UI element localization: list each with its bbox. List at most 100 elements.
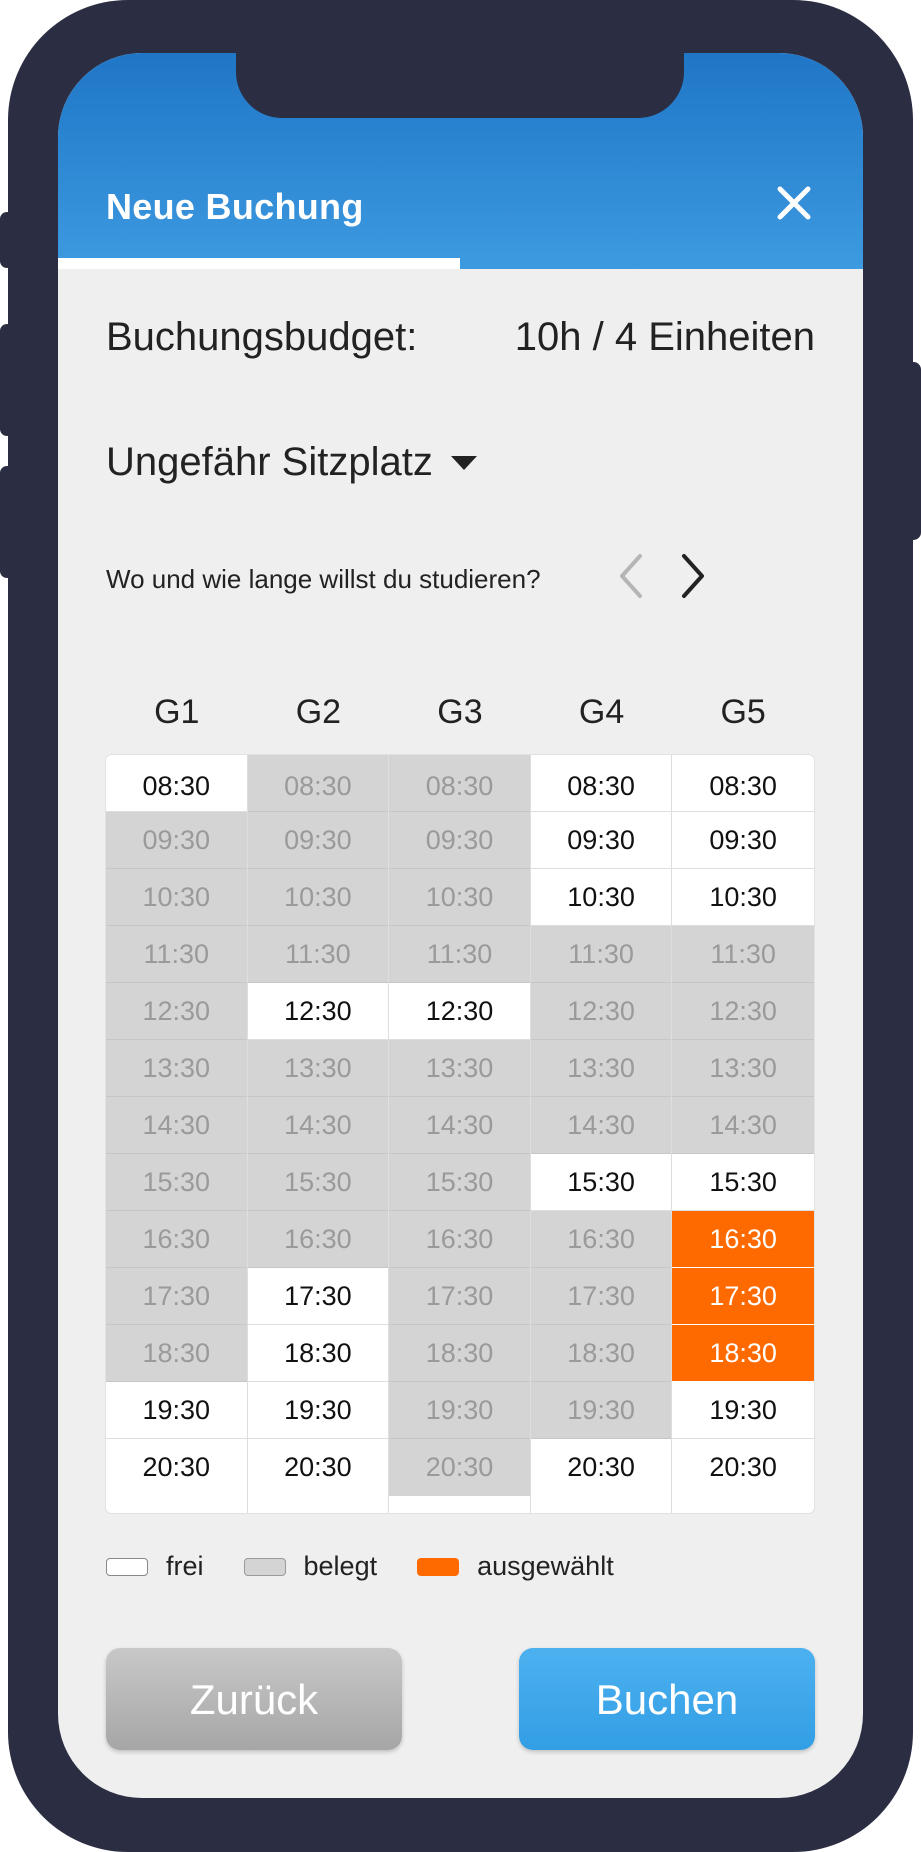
time-slot: 12:30	[106, 983, 247, 1040]
time-slot[interactable]: 20:30	[106, 1439, 247, 1496]
caret-down-icon	[450, 455, 477, 470]
time-slot[interactable]: 16:30	[672, 1211, 814, 1268]
time-slot[interactable]: 10:30	[530, 869, 672, 926]
page-title: Neue Buchung	[106, 186, 364, 227]
previous-day-button[interactable]	[610, 550, 654, 602]
time-slot: 14:30	[247, 1097, 389, 1154]
time-slot[interactable]: 12:30	[389, 983, 530, 1040]
legend-label-selected: ausgewählt	[477, 1551, 614, 1581]
time-slot: 09:30	[247, 812, 389, 869]
time-slot[interactable]: 19:30	[247, 1382, 389, 1439]
close-icon	[777, 186, 811, 220]
back-button[interactable]: Zurück	[106, 1648, 402, 1750]
time-slot[interactable]: 15:30	[530, 1154, 672, 1211]
phone-power-button	[906, 362, 921, 540]
time-slot: 08:30	[247, 755, 389, 812]
book-button[interactable]: Buchen	[519, 1648, 815, 1750]
legend-label-busy: belegt	[303, 1551, 378, 1581]
seat-dropdown-label: Ungefähr Sitzplatz	[106, 440, 433, 484]
room-column-g5: 08:30 09:30 10:30 11:30 12:30 13:30 14:30 15:30…	[672, 755, 814, 1513]
time-slot[interactable]: 08:30	[106, 755, 247, 812]
time-slot: 16:30	[530, 1211, 672, 1268]
phone-volume-up	[0, 324, 14, 436]
time-slot[interactable]: 20:30	[247, 1439, 389, 1496]
legend-item-busy: belegt	[243, 1551, 378, 1582]
time-slot[interactable]: 09:30	[530, 812, 672, 869]
time-slot[interactable]: 20:30	[672, 1439, 814, 1496]
time-slot[interactable]: 08:30	[530, 755, 672, 812]
legend: frei belegt ausgewählt	[106, 1551, 654, 1582]
schedule-question: Wo und wie lange willst du studieren?	[106, 564, 541, 594]
time-slot: 13:30	[247, 1040, 389, 1097]
time-slot: 15:30	[106, 1154, 247, 1211]
time-slot: 16:30	[106, 1211, 247, 1268]
next-day-button[interactable]	[670, 550, 714, 602]
time-slot: 09:30	[389, 812, 530, 869]
time-slot: 17:30	[106, 1268, 247, 1325]
room-header-g3: G3	[437, 693, 483, 731]
close-button[interactable]	[774, 183, 814, 223]
room-column-g2: 08:30 09:30 10:30 11:30 12:30 13:30 14:30 15:30…	[247, 755, 390, 1513]
time-slot: 11:30	[247, 926, 389, 983]
time-slot: 11:30	[389, 926, 530, 983]
legend-item-selected: ausgewählt	[417, 1551, 614, 1582]
room-header-g5: G5	[720, 693, 766, 731]
time-slot: 19:30	[530, 1382, 672, 1439]
time-slot[interactable]: 19:30	[672, 1382, 814, 1439]
time-slot[interactable]: 10:30	[672, 869, 814, 926]
time-slot: 16:30	[389, 1211, 530, 1268]
room-column-g4: 08:30 09:30 10:30 11:30 12:30 13:30 14:30 15:30…	[530, 755, 673, 1513]
time-slot[interactable]: 17:30	[672, 1268, 814, 1325]
app-header: Neue Buchung	[58, 53, 863, 269]
time-slot: 10:30	[389, 869, 530, 926]
time-slot[interactable]: 20:30	[530, 1439, 672, 1496]
room-header-g4: G4	[578, 693, 625, 731]
time-slot[interactable]: 09:30	[672, 812, 814, 869]
time-slot: 13:30	[106, 1040, 247, 1097]
time-slot: 13:30	[530, 1040, 672, 1097]
legend-swatch-selected	[417, 1557, 460, 1576]
step-progress-bar	[58, 258, 460, 269]
seat-dropdown[interactable]: Ungefähr Sitzplatz	[106, 440, 477, 485]
legend-swatch-free	[106, 1557, 148, 1576]
time-slot[interactable]: 17:30	[247, 1268, 389, 1325]
time-slot[interactable]: 15:30	[672, 1154, 814, 1211]
time-slot: 15:30	[389, 1154, 530, 1211]
room-column-g1: 08:30 09:30 10:30 11:30 12:30 13:30 14:30 15:30…	[106, 755, 248, 1513]
time-slot: 15:30	[247, 1154, 389, 1211]
time-slot: 11:30	[672, 926, 814, 983]
chevron-left-icon	[620, 554, 642, 598]
time-slot: 14:30	[672, 1097, 814, 1154]
phone-side-button	[0, 212, 14, 268]
time-slot: 09:30	[106, 812, 247, 869]
budget-label: Buchungsbudget:	[106, 315, 418, 359]
time-slot: 13:30	[672, 1040, 814, 1097]
time-slot: 13:30	[389, 1040, 530, 1097]
time-slot: 19:30	[389, 1382, 530, 1439]
time-slot: 18:30	[106, 1325, 247, 1382]
time-slot: 12:30	[530, 983, 672, 1040]
time-slot: 11:30	[106, 926, 247, 983]
legend-label-free: frei	[166, 1551, 204, 1581]
time-slot: 14:30	[106, 1097, 247, 1154]
time-slot[interactable]: 18:30	[672, 1325, 814, 1382]
time-slot-grid: 08:30 09:30 10:30 11:30 12:30 13:30 14:30 15:30…	[106, 755, 814, 1513]
time-slot: 16:30	[247, 1211, 389, 1268]
room-header-g2: G2	[295, 693, 342, 731]
room-column-headers: G1 G2 G3 G4 G5	[106, 693, 814, 732]
phone-volume-down	[0, 466, 14, 578]
time-slot[interactable]: 08:30	[672, 755, 814, 812]
time-slot: 10:30	[106, 869, 247, 926]
time-slot[interactable]: 19:30	[106, 1382, 247, 1439]
time-slot: 17:30	[389, 1268, 530, 1325]
room-column-g3: 08:30 09:30 10:30 11:30 12:30 13:30 14:30 15:30…	[389, 755, 531, 1513]
chevron-right-icon	[682, 554, 704, 598]
time-slot: 20:30	[389, 1439, 530, 1496]
time-slot: 08:30	[389, 755, 530, 812]
room-header-g1: G1	[154, 693, 200, 731]
time-slot[interactable]: 12:30	[247, 983, 389, 1040]
time-slot[interactable]: 18:30	[247, 1325, 389, 1382]
legend-item-free: frei	[106, 1551, 204, 1582]
time-slot: 11:30	[530, 926, 672, 983]
app-screen: Neue Buchung Buchungsbudget: 10h / 4 Ein…	[58, 53, 863, 1798]
